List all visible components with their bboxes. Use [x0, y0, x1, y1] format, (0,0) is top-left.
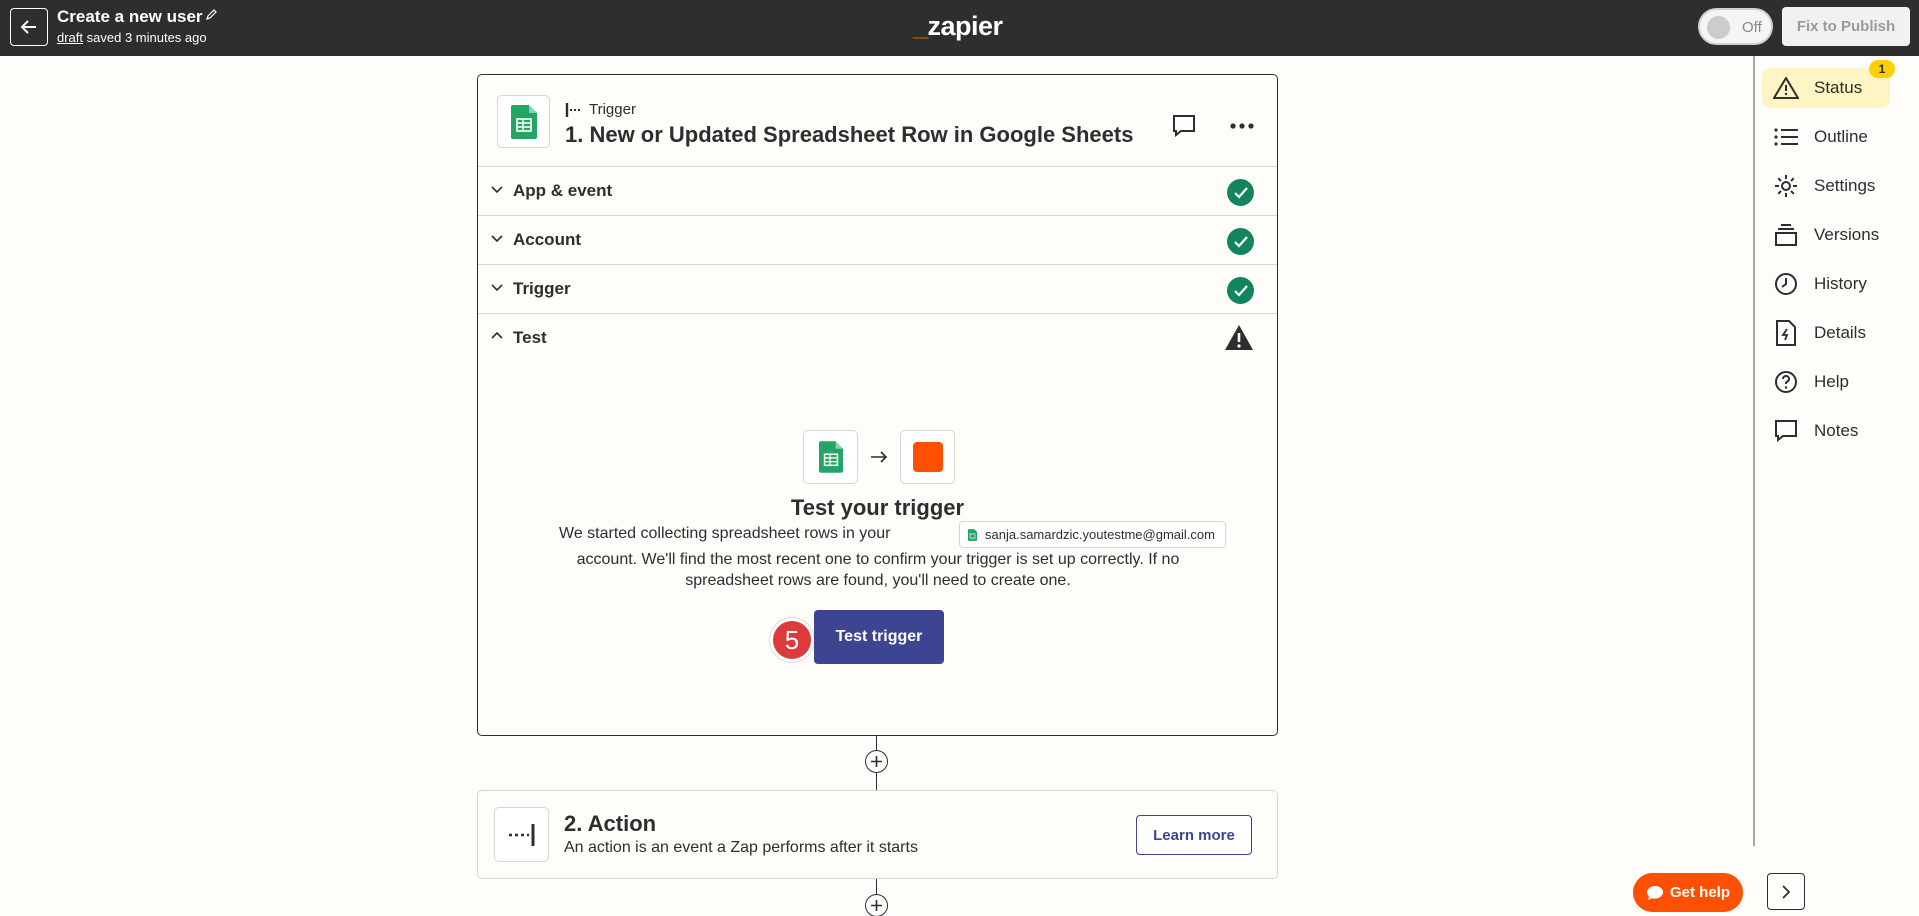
sidebar-label: Outline	[1814, 127, 1868, 146]
section-account[interactable]: Account	[478, 215, 1277, 264]
test-title: Test your trigger	[790, 495, 965, 520]
publish-button[interactable]: Fix to Publish	[1782, 7, 1910, 46]
account-email: sanja.samardzic.youtestme@gmail.com	[985, 527, 1215, 542]
zapier-logo: _zapier	[913, 11, 1003, 41]
get-help-label: Get help	[1669, 884, 1730, 901]
sidebar-divider	[1753, 56, 1755, 846]
sidebar-label: Versions	[1814, 225, 1880, 244]
check-circle-icon	[1227, 228, 1254, 255]
check-circle-icon	[1227, 277, 1254, 304]
comment-icon	[1775, 420, 1797, 443]
clock-icon	[1775, 273, 1797, 295]
bolt-file-icon	[1776, 320, 1796, 346]
ellipsis-icon	[1230, 123, 1254, 129]
get-help-button[interactable]: Get help	[1633, 873, 1743, 912]
google-sheets-icon	[968, 528, 977, 541]
trigger-kicker: Trigger	[565, 101, 636, 118]
arrow-right-icon	[871, 451, 888, 463]
status-badge: 1	[1869, 60, 1895, 78]
section-label: Account	[513, 230, 581, 249]
chevron-down-icon	[491, 284, 503, 292]
trigger-icon	[565, 102, 580, 117]
section-label: App & event	[513, 181, 613, 200]
chat-icon	[1646, 885, 1663, 900]
comment-button[interactable]	[1168, 110, 1200, 142]
warning-icon	[1225, 325, 1253, 350]
sidebar-label: Status	[1814, 78, 1863, 97]
action-title: 2. Action	[564, 811, 657, 836]
plus-icon	[871, 756, 882, 767]
chevron-up-icon	[491, 331, 503, 339]
section-label: Trigger	[513, 279, 571, 298]
test-description-start: We started collecting spreadsheet rows i…	[559, 525, 891, 542]
action-description: An action is an event a Zap performs aft…	[564, 839, 918, 856]
back-button[interactable]	[10, 8, 48, 46]
sidebar-item-settings[interactable]: Settings	[1762, 166, 1890, 206]
action-step-card[interactable]: 2. Action An action is an event a Zap pe…	[477, 790, 1278, 879]
expand-sidebar-button[interactable]	[1767, 873, 1805, 910]
sidebar-label: Help	[1814, 372, 1849, 391]
section-test[interactable]: Test	[478, 313, 1277, 362]
toggle-knob	[1707, 16, 1730, 39]
test-flow-icons	[803, 430, 955, 484]
sidebar-item-outline[interactable]: Outline	[1762, 117, 1890, 157]
section-app-event[interactable]: App & event	[478, 166, 1277, 215]
list-icon	[1774, 128, 1798, 146]
more-options-button[interactable]	[1222, 110, 1262, 142]
step-number-badge: 5	[770, 618, 814, 662]
action-icon	[494, 807, 549, 862]
test-trigger-button[interactable]: Test trigger	[814, 610, 944, 664]
chevron-down-icon	[491, 186, 503, 194]
draft-link[interactable]: draft	[57, 30, 83, 45]
google-sheets-icon	[803, 430, 858, 484]
plus-icon	[871, 900, 882, 911]
trigger-kicker-label: Trigger	[589, 101, 636, 118]
sidebar-item-history[interactable]: History	[1762, 264, 1890, 304]
section-trigger[interactable]: Trigger	[478, 264, 1277, 313]
check-circle-icon	[1227, 179, 1254, 206]
google-sheets-icon	[497, 95, 550, 148]
sidebar-label: Settings	[1814, 176, 1876, 195]
sidebar-label: Details	[1814, 323, 1866, 342]
section-label: Test	[513, 328, 547, 347]
warning-icon	[1773, 77, 1799, 99]
chevron-down-icon	[491, 235, 503, 243]
sidebar-label: History	[1814, 274, 1867, 293]
question-icon	[1775, 371, 1797, 393]
save-status: draft saved 3 minutes ago	[57, 30, 207, 45]
toggle-label: Off	[1742, 19, 1762, 36]
test-description-end: account. We'll find the most recent one …	[576, 551, 1180, 589]
chevron-right-icon	[1782, 884, 1791, 899]
trigger-step-card: Trigger 1. New or Updated Spreadsheet Ro…	[477, 74, 1278, 736]
zap-toggle[interactable]: Off	[1698, 8, 1773, 45]
pencil-icon[interactable]	[206, 9, 217, 20]
account-chip: sanja.samardzic.youtestme@gmail.com	[959, 521, 1226, 548]
add-step-button[interactable]	[865, 894, 888, 916]
learn-more-button[interactable]: Learn more	[1136, 815, 1252, 855]
comment-icon	[1173, 115, 1195, 138]
versions-icon	[1775, 224, 1797, 246]
sidebar-item-notes[interactable]: Notes	[1762, 411, 1890, 451]
sidebar-item-details[interactable]: Details	[1762, 313, 1890, 353]
sidebar-item-help[interactable]: Help	[1762, 362, 1890, 402]
arrow-left-icon	[20, 20, 36, 34]
step-title[interactable]: 1. New or Updated Spreadsheet Row in Goo…	[565, 122, 1133, 148]
zap-title[interactable]: Create a new user	[57, 7, 203, 27]
sidebar-item-versions[interactable]: Versions	[1762, 215, 1890, 255]
zapier-icon	[900, 430, 955, 484]
top-bar: Create a new user draft saved 3 minutes …	[0, 0, 1919, 56]
gear-icon	[1775, 175, 1797, 197]
saved-text: saved 3 minutes ago	[86, 30, 207, 45]
add-step-button[interactable]	[865, 750, 888, 773]
sidebar-label: Notes	[1814, 421, 1859, 440]
